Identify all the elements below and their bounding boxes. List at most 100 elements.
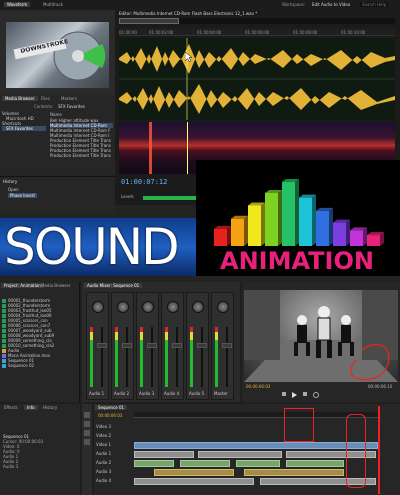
eq-bar-side [227,225,231,246]
ruler-tick: 01:00:08:00 [293,30,318,35]
timeline-ruler[interactable] [134,412,380,418]
video-preview-frame[interactable]: DOWNSTROKE [6,22,109,88]
tab-waveform[interactable]: Waveform [4,2,31,7]
tab-effects[interactable]: Effects [1,405,21,410]
volume-fader[interactable] [97,343,107,348]
audio-clip[interactable] [244,469,344,476]
track-header-video[interactable]: Video 2 [96,433,134,442]
time-ruler[interactable]: 01:00:00 01:00:02:00 01:00:04:00 01:00:0… [119,28,395,36]
pan-knob[interactable] [117,301,129,313]
eq-bar [316,210,329,246]
track-header-audio[interactable]: Audio 4 [96,478,134,487]
channel-label: Audio 4 [164,391,180,396]
level-meter [115,327,118,387]
track-header-video[interactable]: Video 1 [96,442,134,451]
workspace-dropdown[interactable]: Edit Audio to Video [312,2,350,7]
loop-icon[interactable] [313,392,319,398]
tab-sequence[interactable]: Sequence 01 [95,405,128,410]
video-clip[interactable] [134,442,378,449]
tab-info[interactable]: Info [24,405,38,410]
track-header-video[interactable]: Video 3 [96,424,134,433]
project-panel: Project: Animation Media Browser 00001_t… [0,282,80,402]
level-meter [165,327,168,387]
volume-fader[interactable] [222,343,232,348]
mixer-channel-strip: Audio 4 [161,292,184,400]
volume-fader[interactable] [147,343,157,348]
volume-fader[interactable] [122,343,132,348]
volume-fader[interactable] [197,343,207,348]
tab-media-browser-pr[interactable]: Media Browser [38,283,74,288]
eq-bar [299,197,312,246]
play-icon[interactable] [292,392,297,398]
playhead-line[interactable] [378,406,380,494]
time-display: 01:00:07:12 [121,178,168,186]
eq-bar [333,222,346,246]
tab-multitrack[interactable]: Multitrack [40,2,66,7]
audio-clip[interactable] [134,460,174,467]
selection-tool-icon[interactable] [84,412,90,418]
track-header-audio[interactable]: Audio 2 [96,460,134,469]
history-item[interactable]: Phase Invert [8,193,37,198]
tab-audio-mixer[interactable]: Audio Mixer: Sequence 01 [84,283,143,288]
step-forward-icon[interactable] [303,392,307,396]
audio-clip[interactable] [134,478,254,485]
audio-clip-icon [2,333,6,338]
tree-item[interactable]: SFX Favorites [2,126,46,131]
hand-tool-icon[interactable] [84,430,90,436]
level-meter [140,327,143,387]
folder-icon [2,348,6,353]
tab-files[interactable]: Files [38,96,53,101]
media-browser-panel: Media Browser Files Markers Contents: SF… [0,95,115,175]
audio-clip[interactable] [180,460,230,467]
channel-label: Audio 1 [89,391,105,396]
zoom-tool-icon[interactable] [84,439,90,445]
animation-banner: ANIMATION [196,160,400,276]
audio-clip-icon [2,298,6,303]
track-header-audio[interactable]: Audio 1 [96,451,134,460]
audio-clip[interactable] [198,451,282,458]
volume-fader[interactable] [172,343,182,348]
name-column-header[interactable]: Name [50,112,62,117]
tab-markers[interactable]: Markers [58,96,80,101]
pan-knob[interactable] [217,301,229,313]
search-help-field[interactable]: Search Help [360,2,389,7]
waveform-display[interactable] [119,38,395,120]
eq-bar-side [244,215,248,246]
pan-knob[interactable] [142,301,154,313]
list-item[interactable]: Production Element Title Trans [50,153,113,158]
sound-banner: SOUND [0,218,196,276]
level-meter [90,327,93,387]
video-clip-icon [2,353,6,358]
audio-clip[interactable] [286,460,344,467]
mixer-channel-strip: Audio 2 [111,292,134,400]
contents-dropdown[interactable]: SFX Favorites [58,104,85,109]
project-item[interactable]: Sequence 02 [2,363,78,368]
track-header-audio[interactable]: Audio 3 [96,469,134,478]
playhead[interactable] [187,122,188,174]
audio-clip[interactable] [134,451,194,458]
fader-track [226,327,228,387]
audio-clip[interactable] [236,460,280,467]
tab-history[interactable]: History [40,405,60,410]
step-back-icon[interactable] [282,392,286,396]
overview-selection[interactable] [119,18,179,24]
eq-bar-side [295,179,299,246]
sequence-timecode: 00:00:06:03 [98,413,123,418]
channel-label: Master [214,391,228,396]
project-item-list: 00001_thunderstorm 00002_thunderstorm 00… [2,298,78,368]
audio-clip-icon [2,343,6,348]
tab-media-browser[interactable]: Media Browser [2,96,38,101]
razor-tool-icon[interactable] [84,421,90,427]
sequence-icon [2,363,6,368]
info-panel: Effects Info History Sequence 01 Cursor:… [0,404,80,495]
animation-text: ANIMATION [220,247,374,275]
history-item[interactable]: Open [8,187,19,192]
pan-knob[interactable] [192,301,204,313]
pan-knob[interactable] [167,301,179,313]
equalizer-bars-graphic [214,179,384,246]
program-video-frame[interactable] [244,290,398,382]
sequence-icon [2,358,6,363]
overview-bar[interactable] [119,18,395,24]
audio-clip[interactable] [154,469,234,476]
pan-knob[interactable] [92,301,104,313]
